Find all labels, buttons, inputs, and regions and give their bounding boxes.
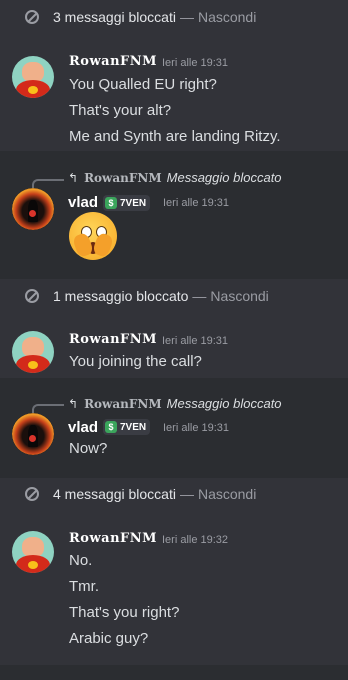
blocked-separator: — — [192, 288, 207, 304]
reply-preview[interactable]: ↰ RowanFNM Messaggio bloccato — [68, 396, 282, 411]
block-icon — [25, 289, 39, 303]
reply-text: Messaggio bloccato — [166, 170, 282, 185]
block-icon — [25, 487, 39, 501]
reply-username: RowanFNM — [84, 396, 162, 411]
hide-blocked-link[interactable]: Nascondi — [210, 288, 268, 304]
blocked-count-text: 4 messaggi bloccati — [53, 486, 176, 502]
reply-arrow-icon: ↰ — [68, 170, 79, 185]
timestamp: Ieri alle 19:31 — [162, 57, 229, 69]
blocked-count-text: 3 messaggi bloccati — [53, 9, 176, 25]
username[interactable]: RowanFNM — [69, 54, 157, 69]
block-icon — [25, 10, 39, 24]
timestamp: Ieri alle 19:31 — [163, 422, 230, 434]
reply-text: Messaggio bloccato — [166, 396, 282, 411]
username[interactable]: RowanFNM — [69, 332, 157, 347]
blocked-messages-bar[interactable]: 1 messaggio bloccato — Nascondi — [0, 279, 348, 313]
message-text: That's your alt? — [69, 102, 172, 119]
username[interactable]: vlad — [68, 194, 98, 211]
avatar[interactable] — [12, 531, 54, 573]
avatar[interactable] — [12, 331, 54, 373]
hide-blocked-link[interactable]: Nascondi — [198, 9, 256, 25]
avatar[interactable] — [12, 188, 54, 230]
dollar-tag-icon: $ — [105, 421, 117, 433]
message-group: RowanFNM Ieri alle 19:31 You joining the… — [0, 320, 348, 378]
server-tag[interactable]: $ 7VEN — [103, 195, 151, 211]
timestamp: Ieri alle 19:31 — [162, 335, 229, 347]
server-tag-label: 7VEN — [120, 197, 147, 209]
message-group: RowanFNM Ieri alle 19:31 You Qualled EU … — [0, 44, 348, 148]
username[interactable]: RowanFNM — [69, 531, 157, 546]
message-text: Arabic guy? — [69, 630, 149, 647]
server-tag-label: 7VEN — [120, 421, 147, 433]
reply-preview[interactable]: ↰ RowanFNM Messaggio bloccato — [68, 170, 282, 185]
blocked-count-text: 1 messaggio bloccato — [53, 288, 189, 304]
message-group-highlighted: ↰ RowanFNM Messaggio bloccato vlad $ 7VE… — [0, 378, 348, 478]
message-text: That's you right? — [69, 604, 180, 621]
hide-blocked-link[interactable]: Nascondi — [198, 486, 256, 502]
message-text: No. — [69, 552, 93, 569]
avatar[interactable] — [12, 56, 54, 98]
message-group-highlighted: ↰ RowanFNM Messaggio bloccato vlad $ 7VE… — [0, 151, 348, 279]
reply-username: RowanFNM — [84, 170, 162, 185]
message-text: Now? — [69, 440, 108, 457]
next-message-preview — [0, 665, 348, 680]
face-with-hand-over-mouth-emoji — [69, 212, 117, 260]
blocked-messages-bar[interactable]: 4 messaggi bloccati — Nascondi — [0, 477, 348, 511]
server-tag[interactable]: $ 7VEN — [103, 419, 151, 435]
blocked-messages-bar[interactable]: 3 messaggi bloccati — Nascondi — [0, 0, 348, 34]
blocked-separator: — — [179, 486, 194, 502]
message-text: You joining the call? — [69, 353, 202, 370]
dollar-tag-icon: $ — [105, 197, 117, 209]
message-text: Me and Synth are landing Ritzy. — [69, 128, 281, 145]
reply-arrow-icon: ↰ — [68, 396, 79, 411]
avatar[interactable] — [12, 413, 54, 455]
timestamp: Ieri alle 19:31 — [163, 197, 230, 209]
blocked-separator: — — [179, 9, 194, 25]
message-text: You Qualled EU right? — [69, 76, 217, 93]
username[interactable]: vlad — [68, 419, 98, 436]
message-group: RowanFNM Ieri alle 19:32 No. Tmr. That's… — [0, 518, 348, 658]
message-text: Tmr. — [69, 578, 99, 595]
timestamp: Ieri alle 19:32 — [162, 534, 229, 546]
